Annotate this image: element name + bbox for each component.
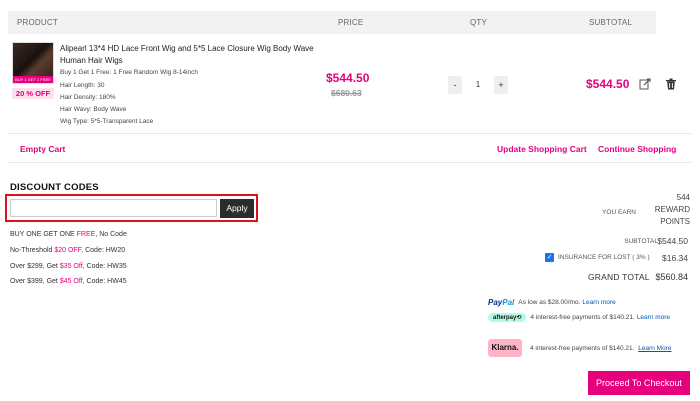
divider xyxy=(8,133,692,134)
promo-text: BUY ONE GET ONE xyxy=(10,231,77,238)
quantity-stepper: - 1 + xyxy=(448,76,508,94)
promo-highlight: $35 Off xyxy=(59,263,83,270)
subtotal-value: $544.50 xyxy=(657,236,688,246)
afterpay-text: 4 interest-free payments of $140.21. xyxy=(530,314,635,321)
promo-text: No-Threshold xyxy=(10,247,55,254)
paypal-text: As low as $28.00/mo. xyxy=(518,299,581,306)
reward-points-value: 544 xyxy=(676,193,690,202)
promo-highlight: $45 Off xyxy=(59,278,83,285)
paypal-logo: PayPal xyxy=(488,298,515,307)
afterpay-learn-more-link[interactable]: Learn more xyxy=(637,314,670,321)
header-price: PRICE xyxy=(338,18,364,27)
insurance-checkbox[interactable]: ✓ xyxy=(545,253,554,262)
empty-cart-link[interactable]: Empty Cart xyxy=(20,144,65,154)
grand-total-label: GRAND TOTAL xyxy=(588,272,650,282)
update-cart-link[interactable]: Update Shopping Cart xyxy=(497,144,587,154)
afterpay-logo: afterpay⟲ xyxy=(488,313,527,322)
klarna-text: 4 interest-free payments of $140.21. xyxy=(530,345,635,352)
promo-line: Over $299, Get $35 Off, Code: HW35 xyxy=(10,263,127,270)
promo-line: No-Threshold $20 OFF, Code: HW20 xyxy=(10,247,125,254)
discount-tag: 20 % OFF xyxy=(12,88,54,99)
klarna-learn-more-link[interactable]: Learn More xyxy=(638,345,671,352)
promo-text: , Code: HW35 xyxy=(82,263,127,270)
trash-icon[interactable] xyxy=(665,78,677,90)
promo-text: , Code: HW45 xyxy=(82,278,127,285)
header-product: PRODUCT xyxy=(17,18,58,27)
original-price: $680.63 xyxy=(331,88,362,98)
insurance-label: INSURANCE FOR LOST ( 3% ) xyxy=(558,254,650,261)
qty-decrease-button[interactable]: - xyxy=(448,76,462,94)
discount-code-input[interactable] xyxy=(10,199,217,217)
promo-text: Over $299, Get xyxy=(10,263,60,270)
header-qty: QTY xyxy=(470,18,488,27)
header-subtotal: SUBTOTAL xyxy=(589,18,633,27)
edit-icon[interactable] xyxy=(639,78,651,90)
proceed-to-checkout-button[interactable]: Proceed To Checkout xyxy=(588,371,690,395)
product-option: Wig Type: 5*5-Transparent Lace xyxy=(60,118,154,125)
divider xyxy=(8,162,692,163)
you-earn-label: YOU EARN xyxy=(602,209,636,216)
reward-points: 544 REWARD POINTS xyxy=(640,192,690,228)
promo-text: , Code: HW20 xyxy=(81,247,126,254)
continue-shopping-link[interactable]: Continue Shopping xyxy=(598,144,676,154)
qty-increase-button[interactable]: + xyxy=(494,76,508,94)
promo-highlight: FREE xyxy=(76,231,96,238)
product-option: Buy 1 Get 1 Free: 1 Free Random Wig 8-14… xyxy=(60,69,199,76)
product-option: Hair Density: 180% xyxy=(60,94,116,101)
product-option: Hair Length: 30 xyxy=(60,82,105,89)
promo-text: Over $399, Get xyxy=(10,278,60,285)
row-subtotal: $544.50 xyxy=(586,77,630,91)
klarna-row: 4 interest-free payments of $140.21. Lea… xyxy=(530,345,672,352)
paypal-learn-more-link[interactable]: Learn more xyxy=(582,299,615,306)
cart-table-header: PRODUCT PRICE QTY SUBTOTAL xyxy=(8,11,656,34)
discount-codes-title: DISCOUNT CODES xyxy=(10,182,99,193)
grand-total-value: $560.84 xyxy=(655,272,688,282)
insurance-value: $16.34 xyxy=(662,253,688,263)
promo-line: Over $399, Get $45 Off, Code: HW45 xyxy=(10,278,127,285)
product-name[interactable]: Alipearl 13*4 HD Lace Front Wig and 5*5 … xyxy=(60,43,320,67)
product-image[interactable]: BUY 1 GET 1 FREE xyxy=(12,42,54,84)
product-option: Hair Wavy: Body Wave xyxy=(60,106,127,113)
qty-input[interactable]: 1 xyxy=(462,76,494,94)
paypal-row: PayPal As low as $28.00/mo. Learn more xyxy=(488,298,616,307)
subtotal-label: SUBTOTAL xyxy=(624,238,658,245)
promo-line: BUY ONE GET ONE FREE, No Code xyxy=(10,231,127,238)
promo-text: , No Code xyxy=(95,231,127,238)
afterpay-row: afterpay⟲ 4 interest-free payments of $1… xyxy=(488,313,670,322)
apply-button[interactable]: Apply xyxy=(220,199,254,218)
unit-price: $544.50 xyxy=(326,71,370,85)
product-image-ribbon: BUY 1 GET 1 FREE xyxy=(13,76,53,83)
reward-points-label: REWARD POINTS xyxy=(654,205,690,226)
promo-highlight: $20 OFF xyxy=(54,247,82,254)
klarna-logo: Klarna. xyxy=(488,339,522,357)
